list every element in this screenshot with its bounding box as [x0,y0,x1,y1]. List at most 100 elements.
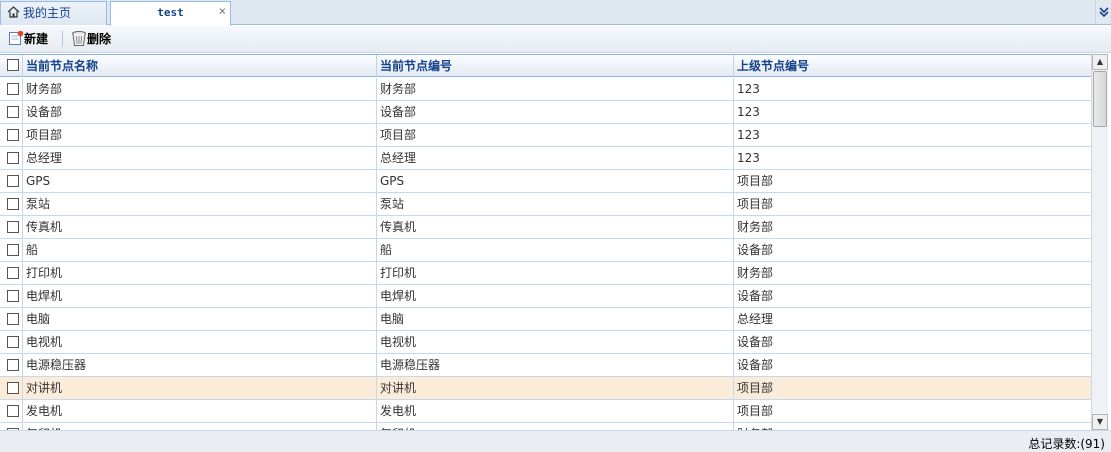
column-header-node-code[interactable]: 当前节点编号 [376,55,733,77]
table-row[interactable]: 电脑 电脑 总经理 [0,308,1091,331]
row-checkbox-cell [0,239,22,261]
cell-node-name: 打印机 [22,262,376,284]
table-row[interactable]: 设备部 设备部 123 [0,101,1091,124]
table-row[interactable]: GPS GPS 项目部 [0,170,1091,193]
row-checkbox[interactable] [7,359,19,371]
cell-node-name: 电视机 [22,331,376,353]
table-row[interactable]: 电焊机 电焊机 设备部 [0,285,1091,308]
cell-node-code: 电源稳压器 [376,354,733,376]
row-checkbox[interactable] [7,267,19,279]
cell-node-name: 设备部 [22,101,376,123]
new-button-label: 新建 [24,32,49,46]
table-row[interactable]: 财务部 财务部 123 [0,78,1091,101]
cell-parent-code: 项目部 [733,170,1091,192]
new-button[interactable]: 新建 [8,29,48,50]
grid-header: 当前节点名称 当前节点编号 上级节点编号 [0,54,1091,77]
select-all-cell [0,55,22,77]
row-checkbox[interactable] [7,313,19,325]
row-checkbox-cell [0,101,22,123]
cell-parent-code: 123 [733,78,1091,100]
delete-button-label: 删除 [87,32,112,46]
row-checkbox[interactable] [7,106,19,118]
cell-node-code: 复印机 [376,423,733,430]
row-checkbox[interactable] [7,405,19,417]
row-checkbox-cell [0,331,22,353]
cell-node-name: GPS [22,170,376,192]
row-checkbox[interactable] [7,152,19,164]
scroll-up-button[interactable]: ▲ [1092,54,1108,70]
cell-node-code: 打印机 [376,262,733,284]
table-row[interactable]: 打印机 打印机 财务部 [0,262,1091,285]
cell-node-code: 对讲机 [376,377,733,399]
cell-parent-code: 123 [733,101,1091,123]
cell-node-name: 传真机 [22,216,376,238]
tab-test-label: test [157,6,184,19]
vertical-scrollbar[interactable]: ▲ ▼ [1091,54,1108,430]
new-document-icon [9,30,24,45]
delete-button[interactable]: 删除 [71,29,111,50]
row-checkbox-cell [0,377,22,399]
tab-home[interactable]: 我的主页 [0,1,107,25]
row-checkbox[interactable] [7,198,19,210]
cell-node-name: 发电机 [22,400,376,422]
table-row[interactable]: 电视机 电视机 设备部 [0,331,1091,354]
row-checkbox-cell [0,423,22,430]
row-checkbox[interactable] [7,175,19,187]
cell-parent-code: 财务部 [733,423,1091,430]
column-header-parent-code[interactable]: 上级节点编号 [733,55,1091,77]
cell-parent-code: 设备部 [733,354,1091,376]
row-checkbox-cell [0,78,22,100]
cell-node-code: 船 [376,239,733,261]
table-row[interactable]: 泵站 泵站 项目部 [0,193,1091,216]
cell-parent-code: 设备部 [733,331,1091,353]
cell-node-code: 传真机 [376,216,733,238]
home-icon [7,6,20,18]
row-checkbox[interactable] [7,129,19,141]
cell-node-name: 电脑 [22,308,376,330]
tab-home-label: 我的主页 [23,6,72,20]
row-checkbox-cell [0,170,22,192]
cell-parent-code: 123 [733,147,1091,169]
scrollbar-thumb[interactable] [1093,71,1107,127]
table-row[interactable]: 对讲机 对讲机 项目部 [0,377,1091,400]
data-grid: 当前节点名称 当前节点编号 上级节点编号 财务部 财务部 123 设备部 设备部 123 项… [0,54,1091,430]
row-checkbox[interactable] [7,382,19,394]
table-row[interactable]: 发电机 发电机 项目部 [0,400,1091,423]
row-checkbox[interactable] [7,244,19,256]
table-row[interactable]: 电源稳压器 电源稳压器 设备部 [0,354,1091,377]
cell-parent-code: 设备部 [733,285,1091,307]
select-all-checkbox[interactable] [7,59,19,71]
cell-node-name: 项目部 [22,124,376,146]
tab-test[interactable]: test × [110,1,231,26]
cell-node-code: 设备部 [376,101,733,123]
row-checkbox-cell [0,400,22,422]
cell-node-code: GPS [376,170,733,192]
table-row[interactable]: 总经理 总经理 123 [0,147,1091,170]
column-header-node-name[interactable]: 当前节点名称 [22,55,376,77]
row-checkbox[interactable] [7,221,19,233]
row-checkbox-cell [0,262,22,284]
tab-bar: 我的主页 test × [0,0,1111,26]
table-row[interactable]: 船船设备部 [0,239,1091,262]
row-checkbox-cell [0,216,22,238]
tab-menu-button[interactable] [1095,0,1111,24]
row-checkbox[interactable] [7,290,19,302]
scroll-down-button[interactable]: ▼ [1092,414,1108,430]
row-checkbox[interactable] [7,83,19,95]
cell-parent-code: 总经理 [733,308,1091,330]
cell-parent-code: 财务部 [733,262,1091,284]
table-row[interactable]: 项目部 项目部 123 [0,124,1091,147]
close-icon[interactable]: × [219,0,226,22]
cell-node-code: 总经理 [376,147,733,169]
cell-node-code: 发电机 [376,400,733,422]
row-checkbox[interactable] [7,336,19,348]
table-row[interactable]: 传真机 传真机 财务部 [0,216,1091,239]
row-checkbox-cell [0,147,22,169]
total-records: 总记录数:(91) [1028,437,1105,451]
chevron-down-icon [1099,7,1109,18]
cell-parent-code: 项目部 [733,400,1091,422]
table-row[interactable]: 复印机复印机财务部 [0,423,1091,430]
cell-node-code: 电视机 [376,331,733,353]
cell-parent-code: 项目部 [733,377,1091,399]
cell-parent-code: 设备部 [733,239,1091,261]
